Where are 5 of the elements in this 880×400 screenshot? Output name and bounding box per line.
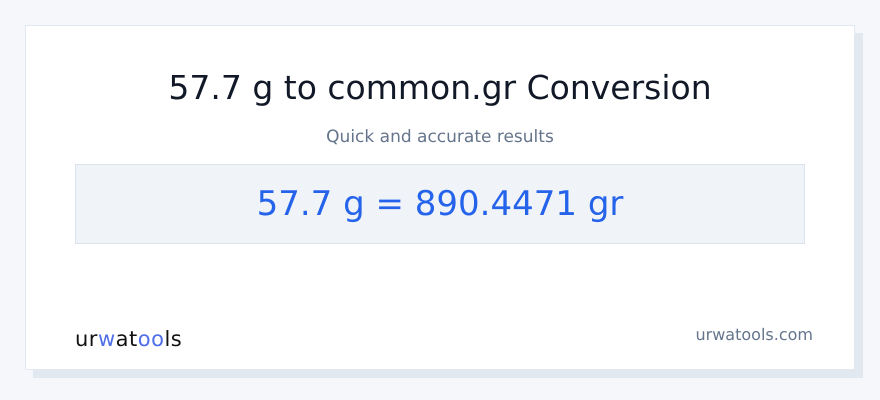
subtitle: Quick and accurate results bbox=[326, 126, 554, 149]
conversion-result: 57.7 g = 890.4471 gr bbox=[256, 184, 624, 224]
page-title: 57.7 g to common.gr Conversion bbox=[168, 68, 712, 108]
site-address: urwatools.com bbox=[696, 324, 813, 344]
logo: urwatools bbox=[75, 327, 182, 351]
